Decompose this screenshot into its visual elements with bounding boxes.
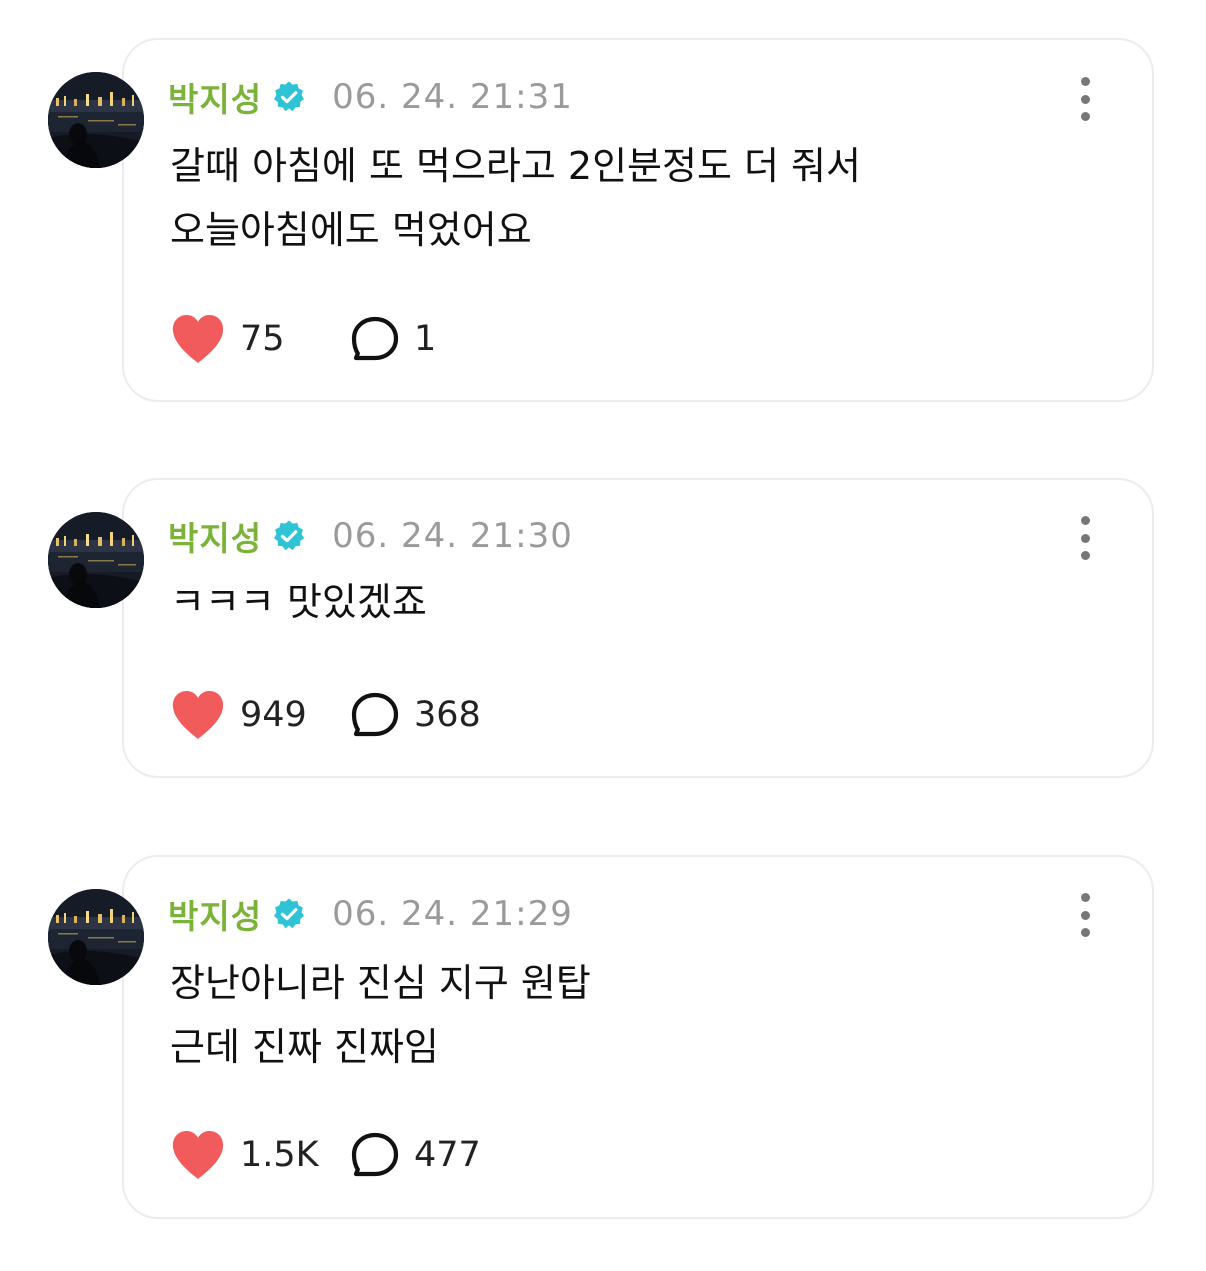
like-button[interactable]: 1.5K xyxy=(170,1129,350,1181)
verified-badge-icon xyxy=(272,897,306,931)
author-name[interactable]: 박지성 xyxy=(168,512,262,560)
avatar-image xyxy=(48,512,144,608)
heart-icon xyxy=(172,691,224,739)
like-button[interactable]: 949 xyxy=(170,689,350,741)
heart-icon xyxy=(172,1131,224,1179)
timestamp: 06. 24. 21:29 xyxy=(332,894,573,934)
timestamp: 06. 24. 21:31 xyxy=(332,77,573,117)
verified-badge-icon xyxy=(272,519,306,553)
reply-button[interactable]: 477 xyxy=(350,1131,481,1179)
like-button[interactable]: 75 xyxy=(170,313,350,365)
like-count: 75 xyxy=(240,319,285,359)
comment-text: 장난아니라 진심 지구 원탑 근데 진짜 진짜임 xyxy=(170,951,591,1079)
comment-line: ㅋㅋㅋ 맛있겠죠 xyxy=(170,580,427,624)
author-name[interactable]: 박지성 xyxy=(168,890,262,938)
like-count: 949 xyxy=(240,695,307,735)
comment-header: 박지성 06. 24. 21:30 xyxy=(168,512,573,560)
more-vertical-icon[interactable] xyxy=(1070,516,1100,560)
comment-actions: 1.5K 477 xyxy=(170,1125,481,1185)
more-vertical-icon[interactable] xyxy=(1070,893,1100,937)
comment-line: 오늘아침에도 먹었어요 xyxy=(170,208,532,252)
avatar[interactable] xyxy=(48,889,144,985)
comment-line: 갈때 아침에 또 먹으라고 2인분정도 더 줘서 xyxy=(170,144,861,188)
verified-badge-icon xyxy=(272,80,306,114)
reply-count: 477 xyxy=(414,1135,481,1175)
comment-actions: 75 1 xyxy=(170,309,436,369)
reply-count: 368 xyxy=(414,695,481,735)
comment-text: ㅋㅋㅋ 맛있겠죠 xyxy=(170,570,427,634)
speech-bubble-icon xyxy=(351,316,399,361)
speech-bubble-icon xyxy=(351,692,399,737)
more-vertical-icon[interactable] xyxy=(1070,77,1100,121)
reply-count: 1 xyxy=(414,319,437,359)
comment-line: 장난아니라 진심 지구 원탑 xyxy=(170,961,591,1005)
speech-bubble-icon xyxy=(351,1132,399,1177)
timestamp: 06. 24. 21:30 xyxy=(332,516,573,556)
heart-icon xyxy=(172,315,224,363)
author-name[interactable]: 박지성 xyxy=(168,73,262,121)
reply-button[interactable]: 368 xyxy=(350,691,481,739)
comment-header: 박지성 06. 24. 21:29 xyxy=(168,890,573,938)
comment-actions: 949 368 xyxy=(170,685,481,745)
avatar[interactable] xyxy=(48,72,144,168)
comment-header: 박지성 06. 24. 21:31 xyxy=(168,73,573,121)
avatar-image xyxy=(48,72,144,168)
comment-text: 갈때 아침에 또 먹으라고 2인분정도 더 줘서 오늘아침에도 먹었어요 xyxy=(170,134,861,262)
reply-button[interactable]: 1 xyxy=(350,315,436,363)
avatar[interactable] xyxy=(48,512,144,608)
avatar-image xyxy=(48,889,144,985)
comment-line: 근데 진짜 진짜임 xyxy=(170,1025,439,1069)
like-count: 1.5K xyxy=(240,1135,319,1175)
